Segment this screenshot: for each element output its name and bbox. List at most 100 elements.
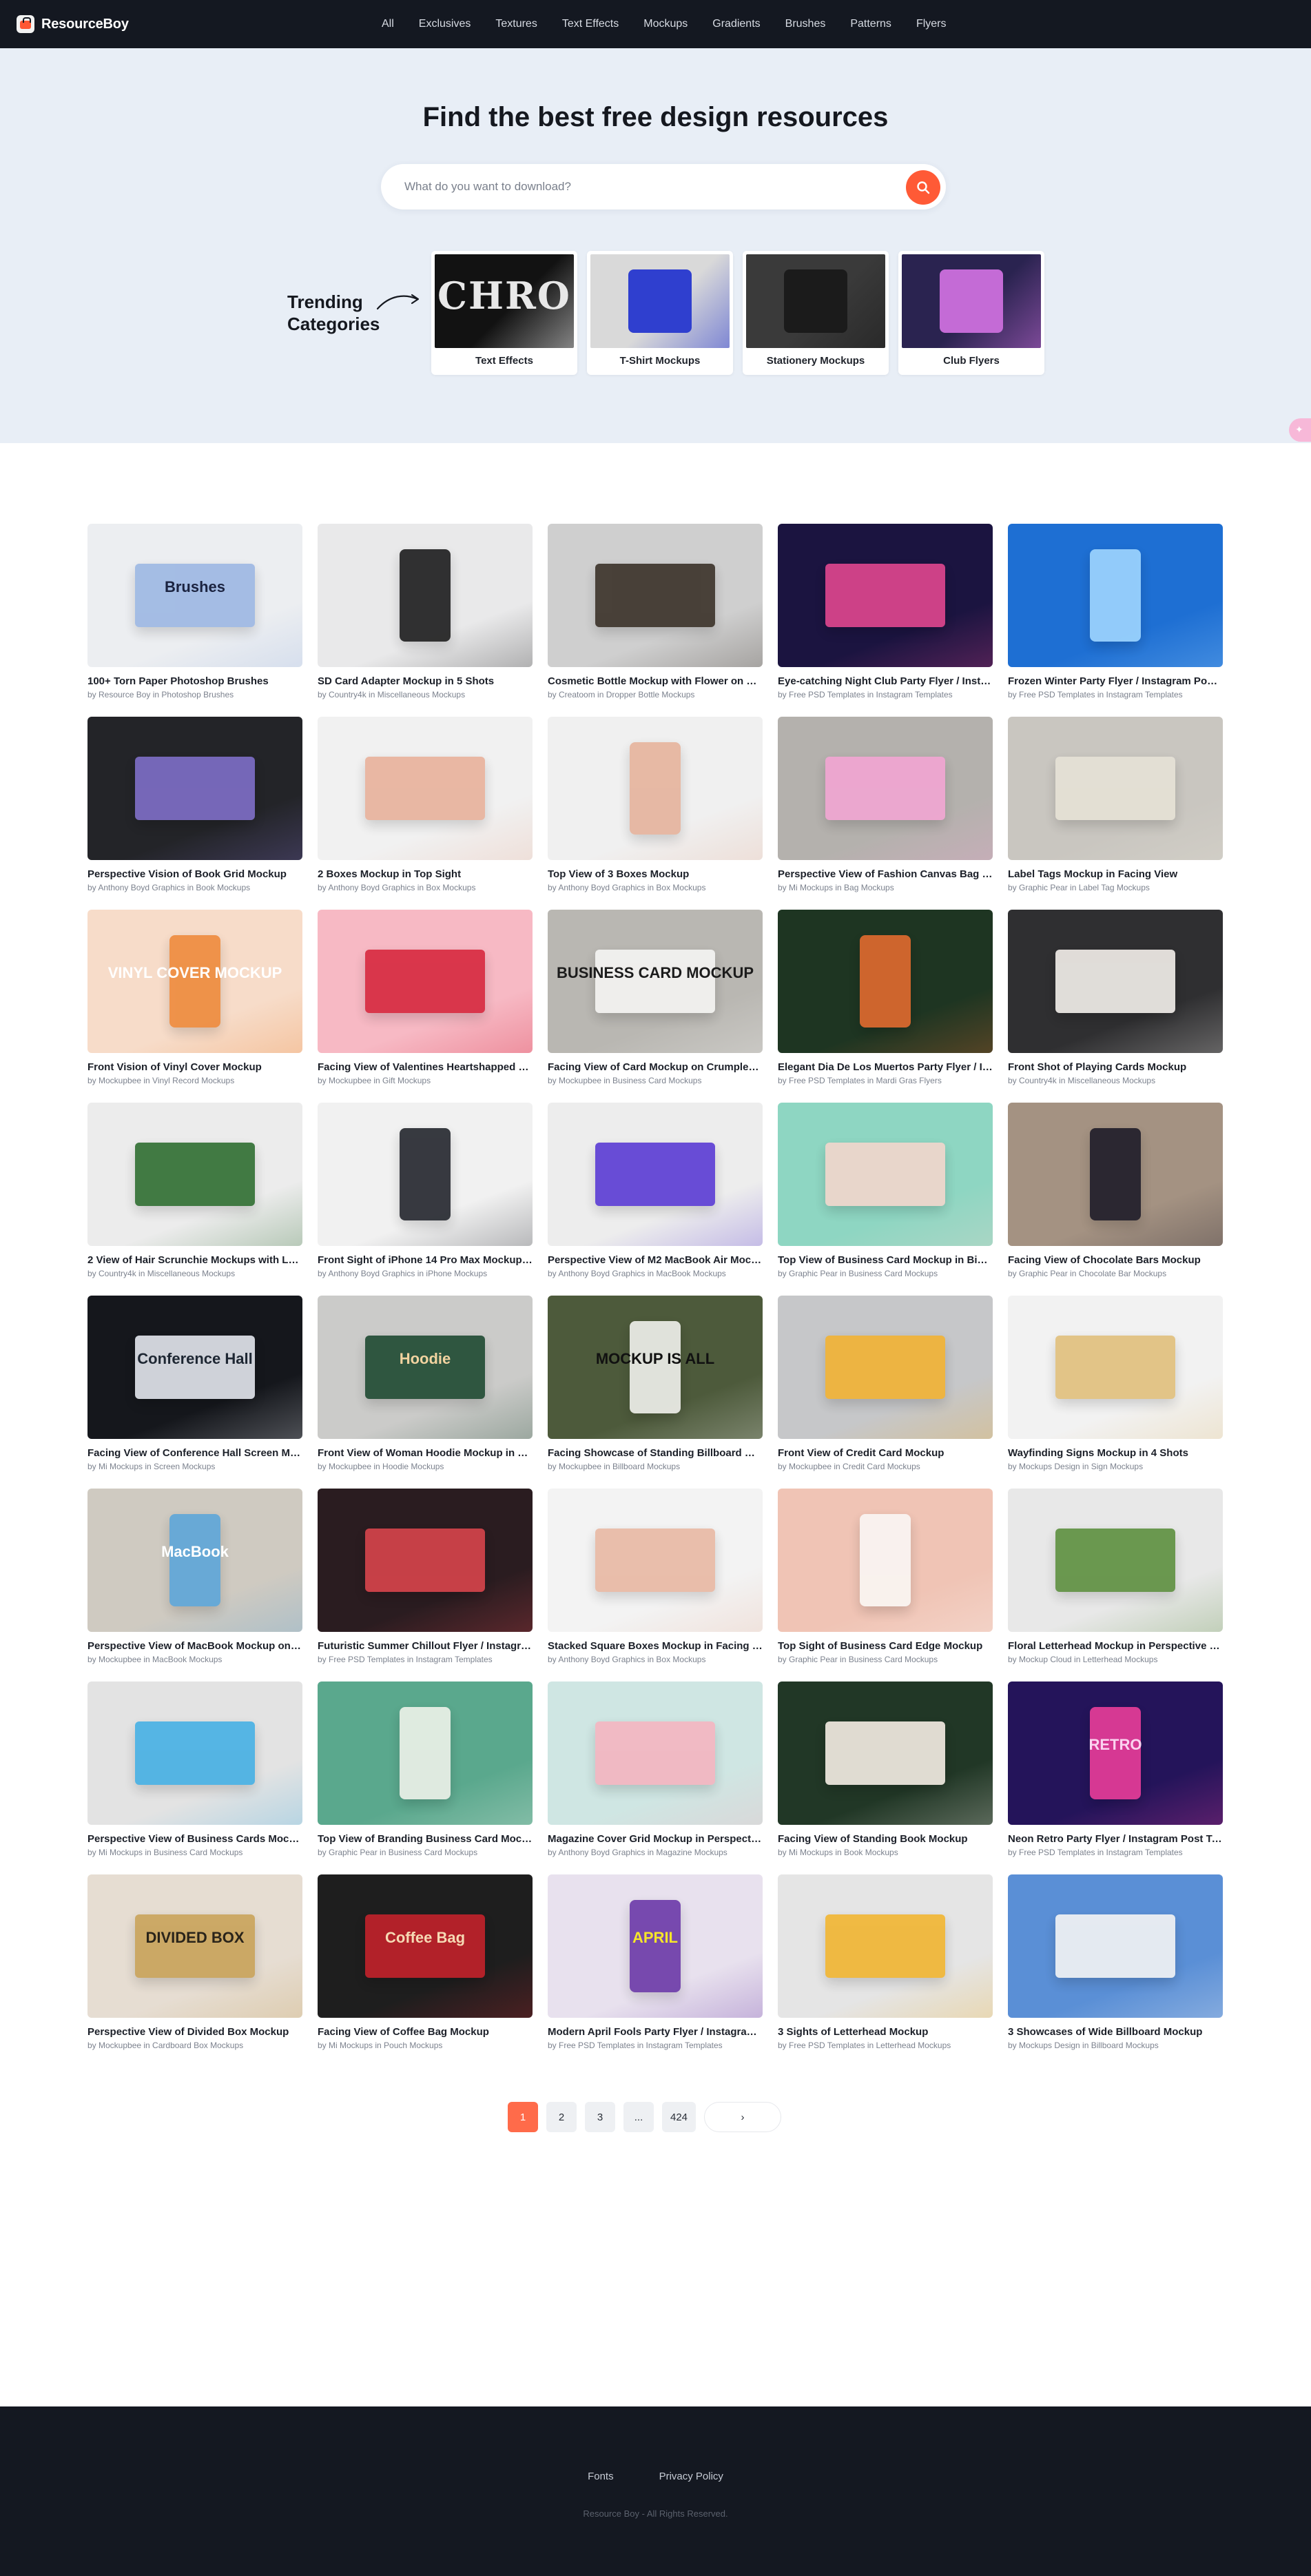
resource-card[interactable]: Futuristic Summer Chillout Flyer / Insta… bbox=[318, 1489, 533, 1681]
resource-thumbnail[interactable] bbox=[778, 1681, 993, 1825]
resource-thumbnail[interactable]: BUSINESS CARD MOCKUP bbox=[548, 910, 763, 1053]
resource-card[interactable]: Top View of Branding Business Card Mocku… bbox=[318, 1681, 533, 1874]
resource-card[interactable]: Stacked Square Boxes Mockup in Facing Vi… bbox=[548, 1489, 763, 1681]
search-input[interactable] bbox=[404, 164, 887, 209]
resource-card[interactable]: APRIL Modern April Fools Party Flyer / In… bbox=[548, 1874, 763, 2067]
resource-card[interactable]: Top Sight of Business Card Edge Mockup by… bbox=[778, 1489, 993, 1681]
resource-card[interactable]: Facing View of Chocolate Bars Mockup by G… bbox=[1008, 1103, 1223, 1296]
resource-thumbnail[interactable] bbox=[548, 1681, 763, 1825]
resource-title[interactable]: Facing Showcase of Standing Billboard Mo… bbox=[548, 1447, 763, 1459]
resource-title[interactable]: Front Shot of Playing Cards Mockup bbox=[1008, 1061, 1223, 1073]
resource-thumbnail[interactable] bbox=[548, 1489, 763, 1632]
resource-card[interactable]: DIVIDED BOX Perspective View of Divided B… bbox=[87, 1874, 302, 2067]
search-button[interactable] bbox=[906, 170, 940, 205]
resource-title[interactable]: Front View of Woman Hoodie Mockup in Win… bbox=[318, 1447, 533, 1459]
resource-card[interactable]: Cosmetic Bottle Mockup with Flower on St… bbox=[548, 524, 763, 717]
resource-thumbnail[interactable] bbox=[1008, 1874, 1223, 2018]
resource-title[interactable]: 2 View of Hair Scrunchie Mockups with La… bbox=[87, 1254, 302, 1266]
resource-card[interactable]: Perspective Vision of Book Grid Mockup by… bbox=[87, 717, 302, 910]
resource-thumbnail[interactable] bbox=[318, 1489, 533, 1632]
resource-title[interactable]: Front View of Credit Card Mockup bbox=[778, 1447, 993, 1459]
page-button[interactable]: 424 bbox=[662, 2102, 696, 2132]
resource-title[interactable]: Facing View of Card Mockup on Crumpled P… bbox=[548, 1061, 763, 1073]
resource-thumbnail[interactable] bbox=[318, 1103, 533, 1246]
resource-thumbnail[interactable] bbox=[1008, 1103, 1223, 1246]
resource-title[interactable]: Perspective Vision of Book Grid Mockup bbox=[87, 868, 302, 880]
resource-thumbnail[interactable] bbox=[778, 1489, 993, 1632]
resource-thumbnail[interactable]: MOCKUP IS ALL bbox=[548, 1296, 763, 1439]
resource-card[interactable]: Label Tags Mockup in Facing View by Graph… bbox=[1008, 717, 1223, 910]
resource-card[interactable]: RETRO Neon Retro Party Flyer / Instagram … bbox=[1008, 1681, 1223, 1874]
resource-card[interactable]: Top View of Business Card Mockup in Bind… bbox=[778, 1103, 993, 1296]
footer-link-fonts[interactable]: Fonts bbox=[588, 2471, 614, 2482]
resource-card[interactable]: Top View of 3 Boxes Mockup by Anthony Boy… bbox=[548, 717, 763, 910]
next-page-button[interactable]: › bbox=[704, 2102, 782, 2132]
nav-item-textures[interactable]: Textures bbox=[483, 18, 549, 30]
resource-card[interactable]: Conference Hall Facing View of Conference… bbox=[87, 1296, 302, 1489]
resource-thumbnail[interactable]: Brushes bbox=[87, 524, 302, 667]
resource-card[interactable]: Wayfinding Signs Mockup in 4 Shots by Moc… bbox=[1008, 1296, 1223, 1489]
resource-card[interactable]: Front Sight of iPhone 14 Pro Max Mockup … bbox=[318, 1103, 533, 1296]
resource-thumbnail[interactable] bbox=[778, 717, 993, 860]
resource-thumbnail[interactable]: VINYL COVER MOCKUP bbox=[87, 910, 302, 1053]
resource-title[interactable]: Elegant Dia De Los Muertos Party Flyer /… bbox=[778, 1061, 993, 1073]
resource-card[interactable]: Facing View of Standing Book Mockup by Mi… bbox=[778, 1681, 993, 1874]
resource-title[interactable]: Front Vision of Vinyl Cover Mockup bbox=[87, 1061, 302, 1073]
nav-item-mockups[interactable]: Mockups bbox=[631, 18, 700, 30]
resource-title[interactable]: Perspective View of M2 MacBook Air Mocku… bbox=[548, 1254, 763, 1266]
resource-thumbnail[interactable] bbox=[87, 1681, 302, 1825]
resource-title[interactable]: Top Sight of Business Card Edge Mockup bbox=[778, 1640, 993, 1652]
resource-title[interactable]: Perspective View of Business Cards Mocku… bbox=[87, 1833, 302, 1845]
resource-thumbnail[interactable] bbox=[1008, 1489, 1223, 1632]
side-floating-tab[interactable]: ✦ bbox=[1289, 418, 1311, 442]
nav-item-text-effects[interactable]: Text Effects bbox=[550, 18, 631, 30]
nav-item-flyers[interactable]: Flyers bbox=[904, 18, 959, 30]
trending-card[interactable]: CHRO Text Effects bbox=[431, 251, 577, 375]
resource-title[interactable]: Top View of Business Card Mockup in Bind… bbox=[778, 1254, 993, 1266]
resource-thumbnail[interactable] bbox=[87, 717, 302, 860]
resource-title[interactable]: Facing View of Coffee Bag Mockup bbox=[318, 2026, 533, 2038]
resource-thumbnail[interactable] bbox=[548, 717, 763, 860]
resource-title[interactable]: Stacked Square Boxes Mockup in Facing Vi… bbox=[548, 1640, 763, 1652]
resource-thumbnail[interactable]: Conference Hall bbox=[87, 1296, 302, 1439]
resource-thumbnail[interactable] bbox=[318, 524, 533, 667]
resource-card[interactable]: 3 Sights of Letterhead Mockup by Free PSD… bbox=[778, 1874, 993, 2067]
nav-item-exclusives[interactable]: Exclusives bbox=[406, 18, 484, 30]
resource-thumbnail[interactable] bbox=[318, 1681, 533, 1825]
resource-title[interactable]: Magazine Cover Grid Mockup in Perspectiv… bbox=[548, 1833, 763, 1845]
resource-card[interactable]: Coffee Bag Facing View of Coffee Bag Mock… bbox=[318, 1874, 533, 2067]
resource-card[interactable]: Brushes 100+ Torn Paper Photoshop Brushes… bbox=[87, 524, 302, 717]
resource-title[interactable]: 2 Boxes Mockup in Top Sight bbox=[318, 868, 533, 880]
resource-thumbnail[interactable] bbox=[548, 1103, 763, 1246]
resource-thumbnail[interactable] bbox=[87, 1103, 302, 1246]
resource-title[interactable]: Neon Retro Party Flyer / Instagram Post … bbox=[1008, 1833, 1223, 1845]
resource-title[interactable]: Top View of Branding Business Card Mocku… bbox=[318, 1833, 533, 1845]
resource-thumbnail[interactable]: DIVIDED BOX bbox=[87, 1874, 302, 2018]
resource-title[interactable]: Facing View of Standing Book Mockup bbox=[778, 1833, 993, 1845]
resource-title[interactable]: 100+ Torn Paper Photoshop Brushes bbox=[87, 675, 302, 687]
resource-title[interactable]: 3 Sights of Letterhead Mockup bbox=[778, 2026, 993, 2038]
resource-thumbnail[interactable] bbox=[778, 524, 993, 667]
resource-card[interactable]: SD Card Adapter Mockup in 5 Shots by Coun… bbox=[318, 524, 533, 717]
logo[interactable]: ResourceBoy bbox=[17, 15, 129, 33]
resource-card[interactable]: Perspective View of Business Cards Mocku… bbox=[87, 1681, 302, 1874]
resource-thumbnail[interactable] bbox=[778, 910, 993, 1053]
trending-card[interactable]: Club Flyers bbox=[898, 251, 1044, 375]
resource-thumbnail[interactable] bbox=[1008, 1296, 1223, 1439]
resource-title[interactable]: Perspective View of Divided Box Mockup bbox=[87, 2026, 302, 2038]
resource-thumbnail[interactable] bbox=[548, 524, 763, 667]
resource-title[interactable]: 3 Showcases of Wide Billboard Mockup bbox=[1008, 2026, 1223, 2038]
nav-item-all[interactable]: All bbox=[369, 18, 406, 30]
resource-title[interactable]: Facing View of Chocolate Bars Mockup bbox=[1008, 1254, 1223, 1266]
trending-card[interactable]: Stationery Mockups bbox=[743, 251, 889, 375]
resource-thumbnail[interactable] bbox=[778, 1874, 993, 2018]
resource-title[interactable]: Label Tags Mockup in Facing View bbox=[1008, 868, 1223, 880]
resource-title[interactable]: Frozen Winter Party Flyer / Instagram Po… bbox=[1008, 675, 1223, 687]
resource-card[interactable]: BUSINESS CARD MOCKUP Facing View of Card … bbox=[548, 910, 763, 1103]
resource-card[interactable]: Front Shot of Playing Cards Mockup by Cou… bbox=[1008, 910, 1223, 1103]
resource-title[interactable]: Floral Letterhead Mockup in Perspective … bbox=[1008, 1640, 1223, 1652]
resource-card[interactable]: MacBook Perspective View of MacBook Mocku… bbox=[87, 1489, 302, 1681]
resource-title[interactable]: Perspective View of Fashion Canvas Bag M… bbox=[778, 868, 993, 880]
resource-card[interactable]: Perspective View of M2 MacBook Air Mocku… bbox=[548, 1103, 763, 1296]
resource-card[interactable]: Front View of Credit Card Mockup by Mocku… bbox=[778, 1296, 993, 1489]
